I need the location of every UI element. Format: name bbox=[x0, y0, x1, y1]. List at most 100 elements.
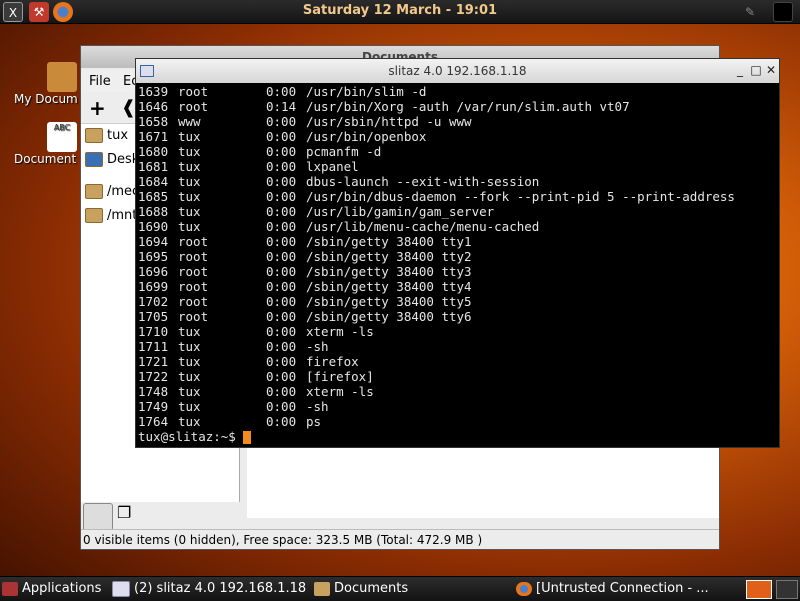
process-user: root bbox=[178, 99, 209, 114]
status-bar: 0 visible items (0 hidden), Free space: … bbox=[81, 529, 719, 549]
process-row: 1705 root 0:00/sbin/getty 38400 tty6 bbox=[138, 309, 778, 324]
process-time: 0:00 bbox=[266, 384, 297, 399]
place-mnt[interactable]: /mnt bbox=[85, 206, 137, 226]
task-label: [Untrusted Connection - ... bbox=[536, 581, 709, 596]
process-command: lxpanel bbox=[306, 159, 359, 174]
process-command: firefox bbox=[306, 354, 359, 369]
process-command: /usr/bin/slim -d bbox=[306, 84, 427, 99]
terminal-titlebar[interactable]: slitaz 4.0 192.168.1.18 _ □ ✕ bbox=[136, 59, 779, 83]
process-command: /sbin/getty 38400 tty4 bbox=[306, 279, 472, 294]
process-pid: 1646 bbox=[138, 99, 169, 114]
process-user: tux bbox=[178, 144, 201, 159]
process-pid: 1748 bbox=[138, 384, 169, 399]
applications-menu[interactable]: Applications bbox=[2, 580, 101, 598]
task-label: (2) slitaz 4.0 192.168.1.18 bbox=[134, 581, 307, 596]
process-command: /sbin/getty 38400 tty1 bbox=[306, 234, 472, 249]
process-row: 1671 tux 0:00/usr/bin/openbox bbox=[138, 129, 778, 144]
process-user: root bbox=[178, 279, 209, 294]
close-icon[interactable]: ✕ bbox=[765, 64, 777, 76]
process-command: /sbin/getty 38400 tty2 bbox=[306, 249, 472, 264]
process-command: xterm -ls bbox=[306, 324, 374, 339]
terminal-output[interactable]: 1639 root 0:00/usr/bin/slim -d 1646 root 0:14… bbox=[138, 84, 778, 444]
process-pid: 1702 bbox=[138, 294, 169, 309]
process-command: /usr/sbin/httpd -u www bbox=[306, 114, 472, 129]
process-pid: 1764 bbox=[138, 414, 169, 429]
firefox-icon bbox=[516, 581, 532, 596]
process-user: tux bbox=[178, 354, 201, 369]
process-time: 0:00 bbox=[266, 219, 297, 234]
terminal-window-icon bbox=[140, 65, 154, 77]
prompt-line[interactable]: tux@slitaz:~$ bbox=[138, 429, 778, 444]
process-time: 0:00 bbox=[266, 324, 297, 339]
workspace-switcher-icon[interactable] bbox=[746, 580, 772, 599]
process-user: tux bbox=[178, 399, 201, 414]
pen-icon[interactable]: ✎ bbox=[740, 2, 760, 22]
process-time: 0:00 bbox=[266, 294, 297, 309]
process-user: tux bbox=[178, 369, 201, 384]
task-documents[interactable]: Documents bbox=[314, 580, 408, 598]
process-row: 1684 tux 0:00 dbus-launch --exit-with-sessi… bbox=[138, 174, 778, 189]
process-time: 0:00 bbox=[266, 189, 297, 204]
process-user: tux bbox=[178, 204, 201, 219]
place-label: tux bbox=[107, 128, 129, 143]
terminal-title: slitaz 4.0 192.168.1.18 bbox=[388, 64, 527, 78]
process-row: 1702 root 0:00/sbin/getty 38400 tty5 bbox=[138, 294, 778, 309]
process-command: dbus-launch --exit-with-session bbox=[306, 174, 540, 189]
terminal-window[interactable]: slitaz 4.0 192.168.1.18 _ □ ✕ 1639 root 0:… bbox=[135, 58, 780, 448]
process-row: 1681 tux 0:00 lxpanel bbox=[138, 159, 778, 174]
process-row: 1711 tux 0:00 -sh bbox=[138, 339, 778, 354]
process-command: /sbin/getty 38400 tty6 bbox=[306, 309, 472, 324]
home-folder-icon bbox=[47, 62, 77, 92]
file-list-pane[interactable] bbox=[247, 446, 719, 518]
process-row: 1690 tux 0:00/usr/lib/menu-cache/menu-cach… bbox=[138, 219, 778, 234]
process-row: 1688 tux 0:00/usr/lib/gamin/gam_server bbox=[138, 204, 778, 219]
task-firefox[interactable]: [Untrusted Connection - ... bbox=[516, 580, 709, 598]
process-time: 0:00 bbox=[266, 414, 297, 429]
process-command: [firefox] bbox=[306, 369, 374, 384]
process-user: tux bbox=[178, 339, 201, 354]
place-label: /mnt bbox=[107, 208, 138, 223]
place-media[interactable]: /mec bbox=[85, 182, 139, 202]
process-user: root bbox=[178, 84, 209, 99]
process-row: 1680 tux 0:00 pcmanfm -d bbox=[138, 144, 778, 159]
process-user: tux bbox=[178, 324, 201, 339]
process-time: 0:00 bbox=[266, 114, 297, 129]
process-pid: 1699 bbox=[138, 279, 169, 294]
process-command: /usr/bin/Xorg -auth /var/run/slim.auth v… bbox=[306, 99, 630, 114]
process-user: tux bbox=[178, 159, 201, 174]
place-desktop[interactable]: Desk bbox=[85, 150, 139, 170]
process-pid: 1658 bbox=[138, 114, 169, 129]
process-time: 0:00 bbox=[266, 354, 297, 369]
process-user: root bbox=[178, 294, 209, 309]
process-time: 0:00 bbox=[266, 249, 297, 264]
process-time: 0:00 bbox=[266, 174, 297, 189]
place-tux[interactable]: tux bbox=[85, 126, 128, 146]
process-pid: 1695 bbox=[138, 249, 169, 264]
process-user: root bbox=[178, 309, 209, 324]
home-folder-icon bbox=[85, 128, 103, 143]
dir-tree-button[interactable]: ❐ bbox=[117, 503, 147, 531]
new-tab-icon[interactable]: + bbox=[89, 96, 106, 120]
maximize-icon[interactable]: □ bbox=[750, 64, 762, 76]
places-view-button[interactable] bbox=[83, 503, 113, 531]
process-time: 0:14 bbox=[266, 99, 297, 114]
process-time: 0:00 bbox=[266, 129, 297, 144]
clock[interactable]: Saturday 12 March - 19:01 bbox=[0, 3, 800, 18]
back-icon[interactable]: ❰ bbox=[121, 97, 136, 118]
process-pid: 1705 bbox=[138, 309, 169, 324]
show-desktop-icon[interactable] bbox=[773, 2, 793, 22]
process-pid: 1749 bbox=[138, 399, 169, 414]
minimize-icon[interactable]: _ bbox=[734, 64, 746, 76]
menu-file[interactable]: File bbox=[89, 74, 111, 89]
process-time: 0:00 bbox=[266, 309, 297, 324]
process-pid: 1694 bbox=[138, 234, 169, 249]
taskbar: Applications (2) slitaz 4.0 192.168.1.18… bbox=[0, 576, 800, 601]
top-panel: X ⚒ Saturday 12 March - 19:01 ✎ bbox=[0, 0, 800, 24]
process-row: 1748 tux 0:00 xterm -ls bbox=[138, 384, 778, 399]
process-command: /usr/lib/menu-cache/menu-cached bbox=[306, 219, 540, 234]
workspace-2-icon[interactable] bbox=[776, 580, 798, 599]
process-user: tux bbox=[178, 129, 201, 144]
task-terminal[interactable]: (2) slitaz 4.0 192.168.1.18 bbox=[112, 580, 306, 598]
process-pid: 1680 bbox=[138, 144, 169, 159]
text-cursor bbox=[243, 431, 252, 444]
